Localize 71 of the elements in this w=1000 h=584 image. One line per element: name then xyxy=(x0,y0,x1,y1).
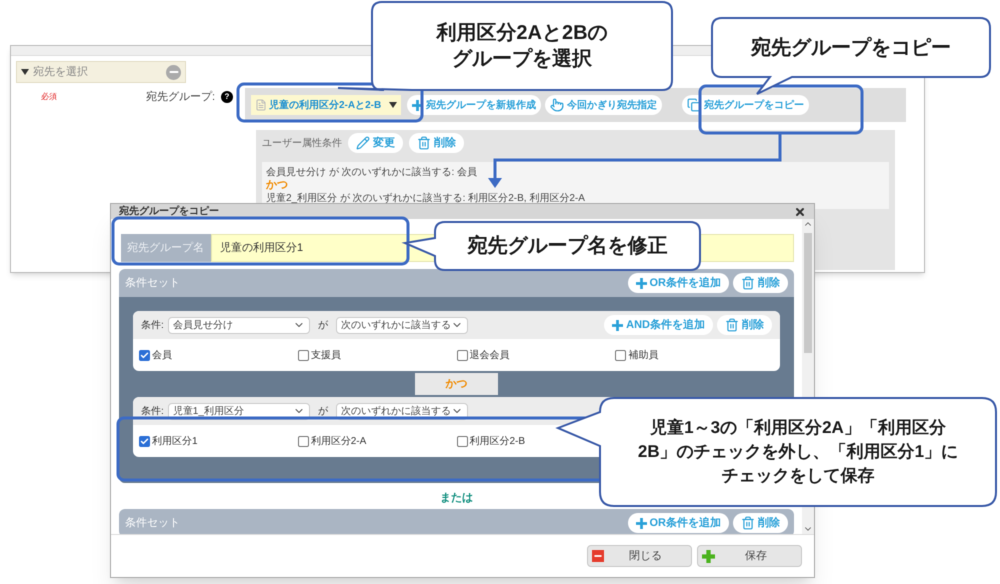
close-button[interactable]: 閉じる xyxy=(587,545,692,567)
callout-text: チェックをして保存 xyxy=(722,465,874,487)
required-label: 必須 xyxy=(41,91,57,104)
checkbox-label: 会員 xyxy=(152,348,172,362)
field-label: 宛先グループ: xyxy=(146,90,215,105)
toolbar-button[interactable]: 宛先グループをコピー xyxy=(682,95,810,115)
and-label: かつ xyxy=(266,179,289,192)
checkbox-label: 退会会員 xyxy=(470,348,510,362)
edit-button[interactable]: 変更 xyxy=(348,133,403,153)
condition-label: 条件: xyxy=(141,404,164,418)
callout-text: 宛先グループをコピー xyxy=(751,36,951,60)
trash-icon xyxy=(741,516,755,530)
checkbox[interactable] xyxy=(298,350,309,360)
add-condition-button[interactable]: OR条件を追加 xyxy=(628,513,729,533)
toolbar-button[interactable]: 宛先グループを新規作成 xyxy=(407,95,542,115)
checkbox[interactable] xyxy=(139,436,150,446)
add-condition-button[interactable]: AND条件を追加 xyxy=(604,315,713,335)
pointing-hand-icon xyxy=(550,98,564,112)
plus-icon xyxy=(636,278,646,288)
callout-text: 児童1～3の「利用区分2A」「利用区分 xyxy=(650,417,946,439)
panel-title: ユーザー属性条件 xyxy=(262,136,342,150)
callout-text: グループを選択 xyxy=(452,46,592,72)
callout-text: 利用区分2Aと2Bの xyxy=(436,21,608,46)
checkbox-label: 利用区分2-B xyxy=(470,434,526,448)
plus-icon xyxy=(612,320,624,330)
checkbox-label: 利用区分2-A xyxy=(310,434,366,448)
toolbar-button[interactable]: 今回かぎり宛先指定 xyxy=(545,95,662,115)
name-label: 宛先グループ名 xyxy=(121,234,211,262)
condition-set-title: 条件セット xyxy=(125,276,181,291)
checkbox-label: 補助員 xyxy=(628,348,658,362)
connector-text: が xyxy=(316,404,329,418)
or-label: または xyxy=(440,490,473,506)
plus-icon xyxy=(636,518,646,528)
document-icon xyxy=(255,99,267,111)
close-icon[interactable] xyxy=(794,206,806,218)
trash-icon xyxy=(417,136,431,150)
delete-button[interactable]: 削除 xyxy=(409,133,464,153)
delete-button[interactable]: 削除 xyxy=(717,315,772,335)
checkbox-label: 支援員 xyxy=(310,348,341,362)
condition-label: 条件: xyxy=(141,318,164,332)
checkbox-label: 利用区分1 xyxy=(152,434,198,448)
callout-text: 宛先グループ名を修正 xyxy=(468,234,668,259)
group-dropdown[interactable]: 児童の利用区分2-Aと2-B xyxy=(251,95,402,115)
minus-icon xyxy=(592,550,604,562)
select-field[interactable]: 会員見せ分け xyxy=(168,316,310,334)
section-header[interactable]: 宛先を選択 xyxy=(16,61,186,83)
copy-icon xyxy=(687,98,702,112)
add-condition-button[interactable]: OR条件を追加 xyxy=(628,273,729,293)
plus-icon xyxy=(702,550,715,562)
trash-icon xyxy=(741,276,755,290)
checkbox[interactable] xyxy=(298,436,309,446)
condition-summary-text: 児童2_利用区分 が 次のいずれかに該当する: 利用区分2-B, 利用区分2-A xyxy=(266,192,586,205)
checkbox[interactable] xyxy=(139,350,150,360)
callout-text: 2B」のチェックを外し、「利用区分1」に xyxy=(638,441,958,463)
plus-icon xyxy=(412,100,424,110)
condition-set-title: 条件セット xyxy=(125,516,181,531)
save-button[interactable]: 保存 xyxy=(697,545,802,567)
pencil-icon xyxy=(356,136,370,150)
delete-button[interactable]: 削除 xyxy=(733,273,788,293)
checkbox[interactable] xyxy=(456,436,468,446)
delete-button[interactable]: 削除 xyxy=(733,513,788,533)
checkbox[interactable] xyxy=(456,350,468,360)
connector-text: が xyxy=(316,318,329,332)
condition-summary-text: 会員見せ分け が 次のいずれかに該当する: 会員 xyxy=(266,166,478,179)
caret-down-icon xyxy=(389,102,398,108)
select-field[interactable]: 次のいずれかに該当する xyxy=(336,316,468,334)
checkbox[interactable] xyxy=(615,350,626,360)
help-icon[interactable]: ? xyxy=(221,91,233,104)
section-title: 宛先を選択 xyxy=(33,64,89,80)
dialog-title: 宛先グループをコピー xyxy=(119,206,219,216)
trash-icon xyxy=(725,318,739,332)
